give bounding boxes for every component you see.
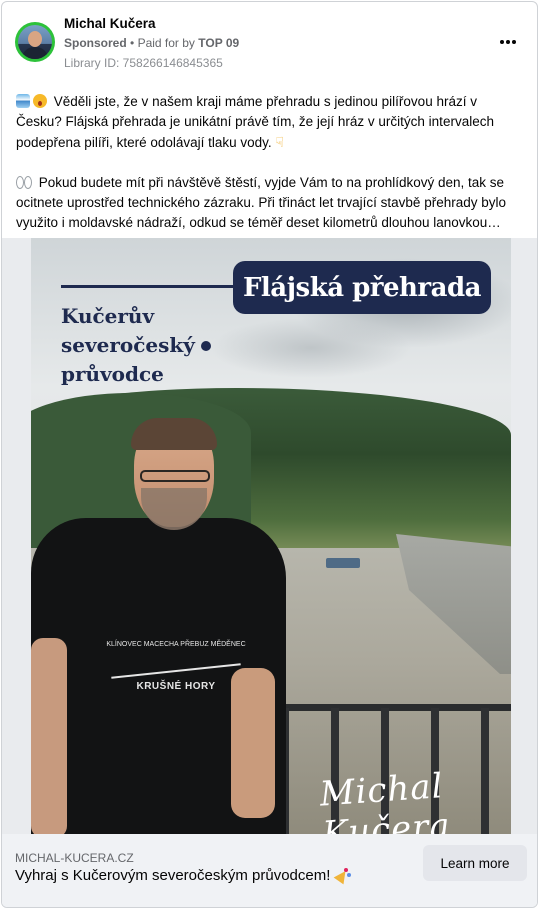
glasses (140, 470, 210, 482)
eyes-icon (16, 175, 32, 189)
paragraph-2: Pokud budete mít při návštěvě štěstí, vy… (16, 173, 526, 233)
post-text: Věděli jste, že v našem kraji máme přehr… (16, 92, 526, 253)
hair (131, 418, 217, 450)
avatar-photo (18, 25, 52, 59)
shirt-brand: KRUŠNÉ HORY (136, 681, 216, 692)
separator-dot: • (130, 36, 135, 50)
shirt-places: KLÍNOVEC MACECHA PŘEBUZ MĚDĚNEC (106, 641, 246, 648)
avatar-body (22, 47, 48, 59)
more-horizontal-icon (500, 40, 504, 44)
boat (326, 558, 360, 568)
link-headline[interactable]: Vyhraj s Kučerovým severočeským průvodce… (15, 867, 350, 884)
link-domain[interactable]: MICHAL-KUCERA.CZ (15, 851, 134, 865)
ad-card: Michal Kučera Sponsored • Paid for by TO… (1, 1, 538, 908)
more-options-button[interactable] (495, 32, 521, 52)
avatar-face (28, 31, 42, 47)
paragraph-1-text: Věděli jste, že v našem kraji máme přehr… (16, 94, 494, 150)
learn-more-button[interactable]: Learn more (423, 845, 527, 881)
ad-photo: Flájská přehrada Kučerův severočeský prů… (31, 238, 511, 834)
party-popper-icon (334, 868, 350, 882)
dot-icon (200, 341, 211, 351)
paragraph-2-text: Pokud budete mít při návštěvě štěstí, vy… (16, 175, 506, 230)
sponsored-line: Sponsored • Paid for by TOP 09 (64, 36, 239, 50)
library-id: Library ID: 758266146845365 (64, 56, 223, 70)
paragraph-1: Věděli jste, že v našem kraji máme přehr… (16, 92, 526, 153)
person: KLÍNOVEC MACECHA PŘEBUZ MĚDĚNEC KRUŠNÉ H… (31, 418, 291, 834)
shirt-print: KLÍNOVEC MACECHA PŘEBUZ MĚDĚNEC KRUŠNÉ H… (101, 640, 251, 710)
paid-for-by[interactable]: TOP 09 (198, 36, 239, 50)
left-arm (31, 638, 67, 834)
guide-title-line-3: průvodce (61, 362, 164, 386)
guide-title: Kučerův severočeský průvodce (61, 302, 261, 389)
guide-title-line-2: severočeský (61, 333, 195, 357)
astonished-face-icon (33, 94, 47, 108)
ad-footer[interactable]: MICHAL-KUCERA.CZ Vyhraj s Kučerovým seve… (2, 834, 537, 907)
paid-for-prefix: Paid for by (137, 36, 195, 50)
wave-icon (16, 94, 30, 108)
author-avatar[interactable] (15, 22, 55, 62)
author-name[interactable]: Michal Kučera (64, 16, 156, 31)
image-headline: Flájská přehrada (233, 261, 491, 314)
pointing-down-hand-icon: ☟ (275, 134, 284, 150)
headline-rule (61, 285, 241, 288)
sponsored-label: Sponsored (64, 36, 127, 50)
ad-image[interactable]: Flájská přehrada Kučerův severočeský prů… (2, 238, 537, 834)
signature: Michal Kučera (318, 766, 452, 834)
shirt-map-line (111, 663, 241, 679)
guide-title-line-1: Kučerův (61, 304, 155, 328)
